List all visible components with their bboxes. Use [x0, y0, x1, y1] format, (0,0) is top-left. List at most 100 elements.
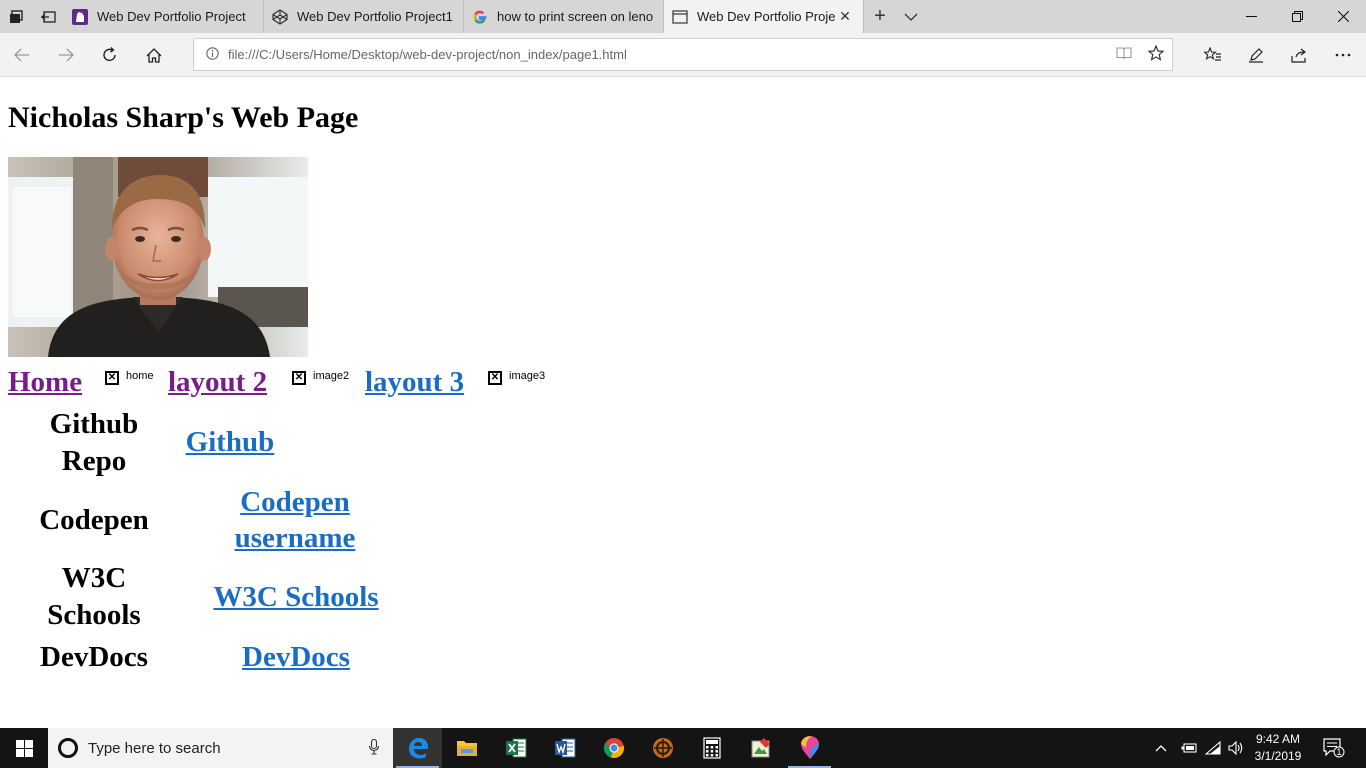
web-notes-button[interactable]	[1240, 39, 1272, 71]
taskbar-paint-3d[interactable]	[785, 728, 834, 768]
new-tab-button[interactable]: +	[864, 0, 896, 33]
reading-view-icon[interactable]	[1108, 46, 1140, 64]
file-explorer-icon	[456, 741, 477, 756]
battery-icon	[1181, 743, 1197, 753]
refresh-icon	[103, 47, 116, 62]
web-page-content: Nicholas Sharp's Web Page Home ✕ home la…	[0, 78, 1366, 728]
taskbar-search-box[interactable]: Type here to search	[48, 728, 393, 768]
edge-icon	[408, 738, 428, 759]
nav-link-layout-3[interactable]: layout 3	[365, 366, 464, 399]
calculator-icon	[702, 737, 721, 759]
image-editor-icon	[751, 738, 770, 758]
page-title: Nicholas Sharp's Web Page	[8, 101, 359, 134]
taskbar-calculator[interactable]	[687, 728, 736, 768]
system-clock[interactable]: 9:42 AM 3/1/2019	[1247, 731, 1309, 765]
paint-3d-icon	[800, 736, 819, 759]
taskbar-image-editor[interactable]	[736, 728, 785, 768]
battery-tray[interactable]	[1181, 728, 1197, 768]
row-label-github: Github Repo	[49, 408, 139, 477]
taskbar-file-explorer[interactable]	[442, 728, 491, 768]
address-bar[interactable]: file:///C:/Users/Home/Desktop/web-dev-pr…	[193, 38, 1173, 71]
minimize-button[interactable]	[1228, 0, 1274, 33]
wolf-icon	[72, 8, 88, 25]
image-alt-text: home	[126, 370, 154, 382]
broken-image-icon: ✕	[292, 371, 306, 385]
tab-title: Web Dev Portfolio Project1	[297, 9, 453, 24]
word-icon	[554, 738, 575, 758]
broken-image-home: ✕ home	[105, 370, 154, 385]
tab-preview-button[interactable]	[896, 0, 926, 33]
tabs-aside-icon	[10, 9, 23, 23]
taskbar-chrome[interactable]	[589, 728, 638, 768]
more-menu-button[interactable]	[1327, 39, 1359, 71]
notification-count: 1	[1336, 747, 1342, 757]
url-text[interactable]: file:///C:/Users/Home/Desktop/web-dev-pr…	[224, 47, 1108, 62]
start-button[interactable]	[0, 728, 48, 768]
plus-icon: +	[874, 5, 886, 27]
ellipsis-icon	[1335, 53, 1351, 57]
row-label-devdocs: DevDocs	[40, 641, 148, 673]
tab-web-dev-portfolio-1[interactable]: Web Dev Portfolio Project1	[264, 0, 464, 33]
taskbar-edge[interactable]	[393, 728, 442, 768]
image-alt-text: image2	[313, 370, 350, 382]
chevron-up-icon	[1155, 745, 1167, 752]
tab-title: Web Dev Portfolio Project	[97, 9, 246, 24]
close-icon	[1337, 11, 1349, 22]
codepen-icon	[272, 8, 288, 25]
chevron-down-icon	[904, 13, 918, 21]
tab-title: how to print screen on leno	[497, 9, 654, 24]
restore-icon	[1291, 11, 1303, 22]
nav-link-layout-2[interactable]: layout 2	[168, 366, 267, 399]
set-aside-icon	[41, 10, 56, 23]
w3c-schools-link[interactable]: W3C Schools	[196, 579, 396, 615]
tabs-aside-button[interactable]	[0, 0, 32, 33]
codepen-link[interactable]: Codepen username	[205, 484, 385, 556]
share-button[interactable]	[1283, 39, 1315, 71]
chrome-icon	[603, 738, 624, 758]
github-link[interactable]: Github	[160, 424, 300, 460]
game-icon	[652, 738, 673, 758]
taskbar-game[interactable]	[638, 728, 687, 768]
minimize-icon	[1245, 15, 1257, 17]
favorites-list-icon	[1204, 47, 1221, 61]
devdocs-link[interactable]: DevDocs	[216, 639, 376, 675]
windows-logo-icon	[15, 739, 33, 757]
share-icon	[1291, 48, 1306, 63]
taskbar-word[interactable]	[540, 728, 589, 768]
close-window-button[interactable]	[1320, 0, 1366, 33]
back-button[interactable]	[6, 39, 38, 71]
broken-image-3: ✕ image3	[488, 370, 545, 385]
favorite-star-icon[interactable]	[1140, 43, 1172, 65]
wifi-tray[interactable]	[1205, 728, 1221, 768]
forward-button[interactable]	[50, 39, 82, 71]
row-label-w3c: W3C Schools	[47, 562, 141, 631]
close-tab-icon[interactable]: ✕	[835, 8, 855, 25]
show-hidden-icons[interactable]	[1155, 728, 1167, 768]
clock-date: 3/1/2019	[1254, 749, 1302, 763]
wifi-icon	[1205, 741, 1221, 755]
info-icon[interactable]	[194, 46, 224, 63]
navigation-bar: file:///C:/Users/Home/Desktop/web-dev-pr…	[0, 33, 1366, 77]
search-placeholder: Type here to search	[88, 739, 221, 757]
home-button[interactable]	[138, 39, 170, 71]
tab-web-dev-portfolio[interactable]: Web Dev Portfolio Project	[64, 0, 264, 33]
broken-image-icon: ✕	[105, 371, 119, 385]
action-center-button[interactable]: 1	[1323, 728, 1345, 768]
tab-google-search[interactable]: how to print screen on leno	[464, 0, 664, 33]
tab-active-page[interactable]: Web Dev Portfolio Proje ✕	[664, 0, 864, 33]
nav-link-home[interactable]: Home	[8, 366, 82, 399]
taskbar-excel[interactable]	[491, 728, 540, 768]
microphone-icon[interactable]	[368, 738, 380, 758]
cortana-icon	[58, 738, 78, 758]
page-icon	[672, 9, 688, 25]
profile-photo	[8, 157, 308, 357]
row-label-codepen: Codepen	[39, 504, 149, 536]
forward-arrow-icon	[59, 48, 74, 62]
image-alt-text: image3	[509, 370, 546, 382]
restore-button[interactable]	[1274, 0, 1320, 33]
refresh-button[interactable]	[94, 39, 126, 71]
favorites-hub-button[interactable]	[1197, 39, 1229, 71]
volume-tray[interactable]	[1228, 728, 1244, 768]
pen-icon	[1249, 48, 1263, 63]
set-tabs-aside-button[interactable]	[32, 0, 64, 33]
